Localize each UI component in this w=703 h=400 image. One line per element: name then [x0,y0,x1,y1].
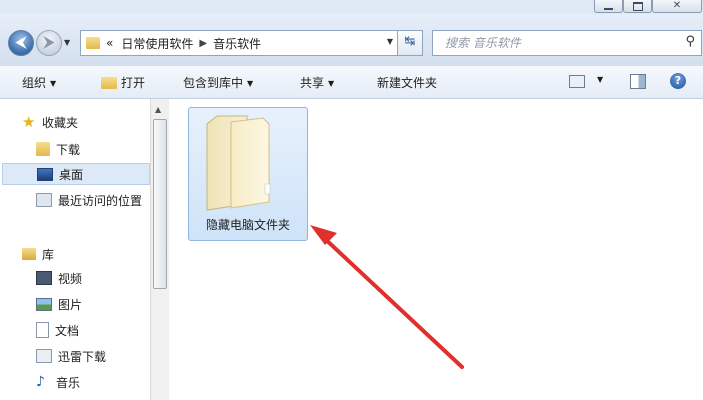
forward-arrow-icon: ⮞ [43,32,55,51]
chevron-down-icon: ▼ [328,79,335,88]
share-label: 共享 [300,76,325,90]
sidebar-item-label: 库 [42,247,55,262]
documents-icon [36,322,49,338]
chevron-down-icon: ▼ [247,79,254,88]
sidebar-item-videos[interactable]: 视频 [36,267,82,289]
download-icon [36,349,52,363]
sidebar-item-label: 迅雷下载 [58,349,107,364]
refresh-icon: ↹ [404,34,416,49]
minimize-icon [604,7,613,10]
minimize-button[interactable] [594,0,623,13]
close-button[interactable]: ✕ [652,0,702,13]
preview-pane-icon[interactable] [630,74,646,89]
music-icon: ♪ [36,374,45,390]
maximize-icon [632,1,643,11]
sidebar-item-music[interactable]: ♪ 音乐 [36,371,80,393]
sidebar-item-label: 音乐 [56,375,81,390]
search-icon[interactable]: ⚲ [685,34,695,49]
sidebar-item-label: 最近访问的位置 [58,193,143,208]
forward-button[interactable]: ⮞ [36,30,62,56]
back-arrow-icon: ⮜ [15,32,27,51]
breadcrumb-separator-icon[interactable]: ▶ [199,38,207,49]
organize-label: 组织 [22,76,47,90]
include-in-library-button[interactable]: 包含到库中 ▼ [183,74,253,91]
download-folder-icon [36,142,50,156]
refresh-button[interactable]: ↹ [397,30,423,56]
pictures-icon [36,297,52,311]
include-in-library-label: 包含到库中 [183,76,244,90]
open-button[interactable]: 打开 [101,74,145,91]
change-view-icon[interactable] [569,75,585,88]
view-options-dropdown[interactable]: ▼ [597,75,603,84]
command-bar: 组织 ▼ 打开 包含到库中 ▼ 共享 ▼ 新建文件夹 ▼ ? [0,66,703,99]
sidebar-item-label: 图片 [58,297,83,312]
sidebar-item-label: 收藏夹 [42,115,79,130]
back-button[interactable]: ⮜ [8,30,34,56]
star-icon: ★ [22,113,36,131]
sidebar-item-pictures[interactable]: 图片 [36,293,82,315]
sidebar-item-favorites[interactable]: ★ 收藏夹 [22,111,78,133]
close-icon: ✕ [672,0,682,11]
sidebar-item-label: 视频 [58,271,83,286]
help-icon[interactable]: ? [670,73,686,89]
sidebar-item-downloads[interactable]: 下载 [36,138,80,160]
address-dropdown-icon[interactable]: ▼ [387,37,393,46]
sidebar-item-recent-places[interactable]: 最近访问的位置 [36,189,142,211]
sidebar-item-desktop[interactable]: 桌面 [2,163,150,185]
video-icon [36,271,52,285]
chevron-down-icon: ▼ [50,79,57,88]
recent-pages-dropdown[interactable]: ▼ [64,38,70,47]
scrollbar-thumb[interactable] [153,119,167,289]
breadcrumb-item-daily-software[interactable]: 日常使用软件 [121,35,193,52]
organize-button[interactable]: 组织 ▼ [22,74,56,91]
open-folder-icon [101,77,117,89]
address-bar[interactable]: « 日常使用软件 ▶ 音乐软件 ▼ [80,30,398,56]
new-folder-button[interactable]: 新建文件夹 [377,74,437,91]
sidebar-item-label: 文档 [55,323,80,338]
sidebar-item-libraries[interactable]: 库 [22,243,54,265]
new-folder-label: 新建文件夹 [377,76,438,90]
folder-icon [86,37,100,49]
sidebar-item-label: 桌面 [59,167,84,182]
breadcrumb-overflow[interactable]: « [106,36,113,50]
file-list: 隐藏电脑文件夹 [169,99,703,400]
library-icon [22,248,36,260]
search-box: ⚲ [432,30,702,56]
open-label: 打开 [121,76,146,90]
annotation-arrow [310,225,464,369]
search-input[interactable] [443,32,677,54]
sidebar-item-xunlei-downloads[interactable]: 迅雷下载 [36,345,106,367]
scroll-up-icon[interactable]: ▲ [155,105,161,114]
sidebar-item-label: 下载 [56,142,81,157]
maximize-button[interactable] [623,0,652,13]
share-button[interactable]: 共享 ▼ [300,74,334,91]
recent-places-icon [36,193,52,207]
sidebar-item-documents[interactable]: 文档 [36,319,79,341]
breadcrumb-item-music-software[interactable]: 音乐软件 [213,35,261,52]
navigation-pane-scrollbar[interactable]: ▲ [150,99,169,400]
navigation-pane: ★ 收藏夹 下载 桌面 最近访问的位置 库 视频 图片 文档 迅雷下载 ♪ 音乐 [0,99,150,400]
navigation-bar: ⮜ ⮞ ▼ « 日常使用软件 ▶ 音乐软件 ▼ ↹ ⚲ [0,14,703,67]
desktop-icon [37,167,53,181]
